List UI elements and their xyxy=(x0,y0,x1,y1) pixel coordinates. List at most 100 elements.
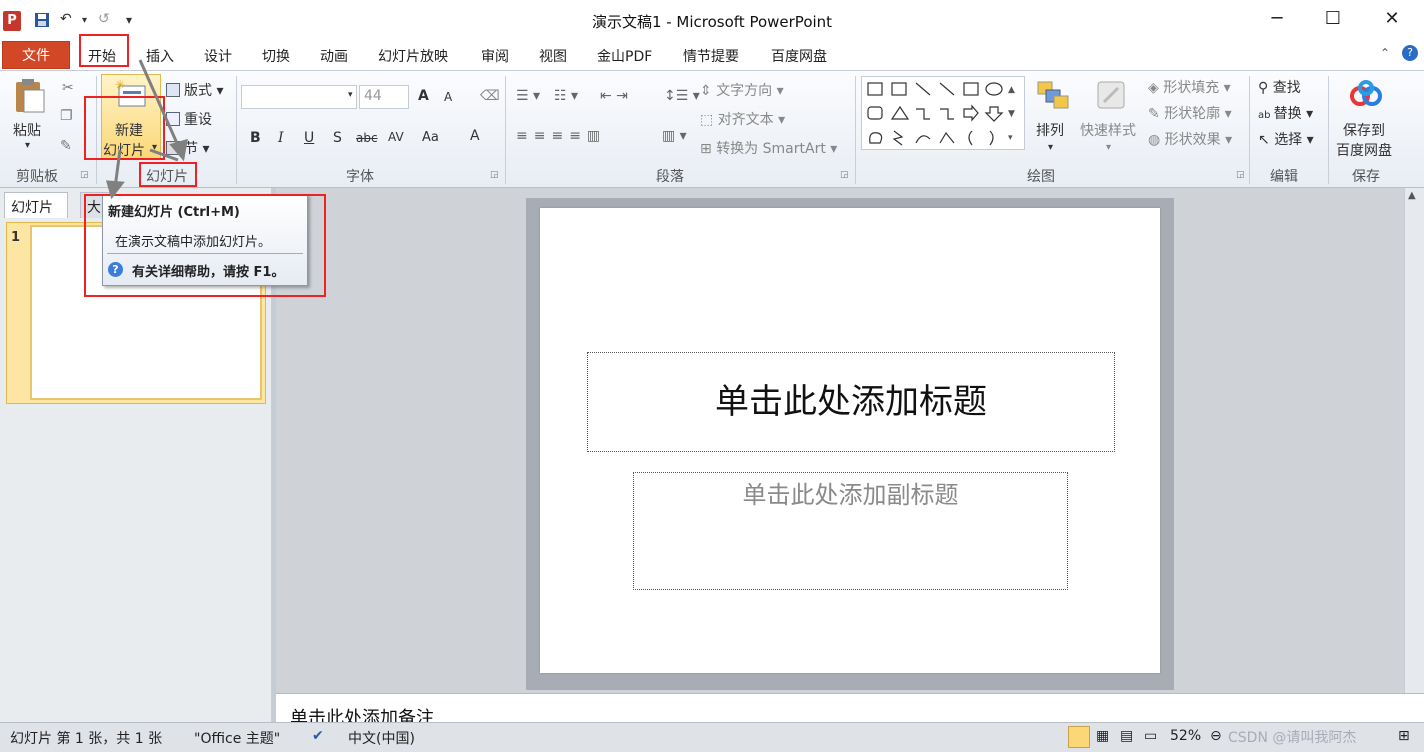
baidu-netdisk-icon[interactable] xyxy=(1348,80,1384,114)
tab-animations[interactable]: 动画 xyxy=(320,46,348,66)
reading-view-icon[interactable]: ▤ xyxy=(1120,728,1133,744)
strikethrough-button[interactable]: abc xyxy=(356,131,378,145)
layout-icon xyxy=(166,83,180,97)
reset-button[interactable]: 重设 xyxy=(166,109,212,129)
copy-icon[interactable]: ❐ xyxy=(60,108,73,124)
text-direction-button[interactable]: ⇕ 文字方向 ▾ xyxy=(700,80,784,100)
slideshow-icon[interactable]: ▭ xyxy=(1144,728,1157,744)
align-text-label: 对齐文本 xyxy=(717,112,774,128)
notes-pane[interactable] xyxy=(276,693,1424,723)
quick-styles-dropdown-icon[interactable]: ▾ xyxy=(1106,142,1111,153)
cut-icon[interactable]: ✂ xyxy=(62,80,74,96)
title-placeholder-text: 单击此处添加标题 xyxy=(715,382,987,422)
tab-slides-pane[interactable]: 幻灯片 xyxy=(4,192,68,218)
close-button[interactable]: ✕ xyxy=(1377,8,1407,30)
columns-icon[interactable]: ▥ ▾ xyxy=(662,128,687,144)
replace-label: 替换 xyxy=(1273,106,1302,122)
find-button[interactable]: ⚲ 查找 xyxy=(1258,77,1301,97)
tab-design[interactable]: 设计 xyxy=(204,46,232,66)
font-size-input[interactable]: 44 xyxy=(359,85,409,109)
tab-baidu-netdisk[interactable]: 百度网盘 xyxy=(771,46,827,66)
help-icon[interactable]: ? xyxy=(1402,45,1418,61)
save-to-line2[interactable]: 百度网盘 xyxy=(1336,140,1392,160)
editing-group-label: 编辑 xyxy=(1270,169,1298,185)
theme-status[interactable]: "Office 主题" xyxy=(194,728,280,748)
indent-icons[interactable]: ⇤ ⇥ xyxy=(600,88,628,104)
shadow-button[interactable]: S xyxy=(333,130,342,146)
spellcheck-icon[interactable]: ✔ xyxy=(312,728,324,744)
normal-view-button[interactable] xyxy=(1068,726,1090,748)
arrange-button[interactable]: 排列 xyxy=(1036,120,1064,140)
collapse-ribbon-icon[interactable]: ⌃ xyxy=(1380,46,1390,60)
subtitle-placeholder[interactable]: 单击此处添加副标题 xyxy=(633,472,1068,590)
paste-icon[interactable] xyxy=(12,78,46,118)
zoom-level[interactable]: 52% xyxy=(1170,728,1201,744)
shrink-font-button[interactable]: A xyxy=(444,90,452,104)
minimize-button[interactable]: ─ xyxy=(1262,8,1292,30)
alignment-icons[interactable]: ≡≡≡≡▥ xyxy=(516,128,606,144)
tab-transitions[interactable]: 切换 xyxy=(262,46,290,66)
drawing-launcher-icon[interactable]: ◲ xyxy=(1236,170,1245,180)
binoculars-icon: ⚲ xyxy=(1258,80,1273,96)
shapes-gallery-scroll[interactable]: ▲ ▼ ▾ xyxy=(1008,78,1015,150)
layout-button[interactable]: 版式 ▾ xyxy=(166,80,223,100)
tab-slideshow[interactable]: 幻灯片放映 xyxy=(378,46,448,66)
format-painter-icon[interactable]: ✎ xyxy=(60,138,72,154)
smartart-label: 转换为 SmartArt xyxy=(716,141,826,157)
shape-outline-icon: ✎ xyxy=(1148,106,1165,122)
change-case-button[interactable]: Aa xyxy=(422,130,439,145)
watermark: CSDN @请叫我阿杰 xyxy=(1228,730,1357,746)
tab-review[interactable]: 审阅 xyxy=(481,46,509,66)
font-name-dropdown-icon[interactable]: ▾ xyxy=(348,90,353,100)
convert-smartart-button[interactable]: ⊞ 转换为 SmartArt ▾ xyxy=(700,138,837,158)
font-launcher-icon[interactable]: ◲ xyxy=(490,170,499,180)
arrange-icon[interactable] xyxy=(1036,80,1070,114)
shape-fill-button[interactable]: ◈ 形状填充 ▾ xyxy=(1148,77,1231,97)
shape-effects-button[interactable]: ◍ 形状效果 ▾ xyxy=(1148,129,1232,149)
align-text-button[interactable]: ⬚ 对齐文本 ▾ xyxy=(700,109,785,129)
line-spacing-icon[interactable]: ↕☰ ▾ xyxy=(664,88,700,104)
underline-button[interactable]: U xyxy=(304,130,314,146)
subtitle-placeholder-text: 单击此处添加副标题 xyxy=(742,481,959,509)
slide-sorter-icon[interactable]: ▦ xyxy=(1096,728,1109,744)
scroll-up-icon[interactable]: ▲ xyxy=(1408,190,1416,201)
title-placeholder[interactable]: 单击此处添加标题 xyxy=(587,352,1115,452)
bullets-icon[interactable]: ☰ ▾ xyxy=(516,88,540,104)
arrange-dropdown-icon[interactable]: ▾ xyxy=(1048,142,1053,153)
paste-dropdown-icon[interactable]: ▾ xyxy=(25,140,30,151)
tab-view[interactable]: 视图 xyxy=(539,46,567,66)
save-to-line1[interactable]: 保存到 xyxy=(1343,120,1385,140)
find-label: 查找 xyxy=(1272,80,1301,96)
paste-button-label[interactable]: 粘贴 xyxy=(13,120,41,140)
shape-outline-button[interactable]: ✎ 形状轮廓 ▾ xyxy=(1148,103,1232,123)
tab-storyboard[interactable]: 情节提要 xyxy=(683,46,739,66)
numbering-icon[interactable]: ☷ ▾ xyxy=(554,88,578,104)
zoom-out-icon[interactable]: ⊖ xyxy=(1210,728,1222,744)
svg-text:✳: ✳ xyxy=(115,78,125,92)
grow-font-button[interactable]: A xyxy=(418,88,429,104)
font-color-button[interactable]: A xyxy=(470,128,480,144)
select-button[interactable]: ↖ 选择 ▾ xyxy=(1258,129,1314,149)
replace-icon: ab xyxy=(1258,110,1274,121)
shapes-gallery[interactable] xyxy=(861,76,1025,150)
section-button[interactable]: 节 ▾ xyxy=(166,138,209,158)
clear-format-icon[interactable]: ⌫ xyxy=(480,88,500,104)
paragraph-launcher-icon[interactable]: ◲ xyxy=(840,170,849,180)
quick-styles-button[interactable]: 快速样式 xyxy=(1080,120,1136,140)
maximize-button[interactable]: ☐ xyxy=(1318,8,1348,30)
quick-styles-icon[interactable] xyxy=(1096,80,1126,116)
fit-slide-icon[interactable]: ⊞ xyxy=(1398,728,1410,744)
slide-number: 1 xyxy=(11,230,21,245)
tab-insert[interactable]: 插入 xyxy=(146,46,174,66)
tab-file[interactable]: 文件 xyxy=(2,41,70,69)
font-name-input[interactable] xyxy=(241,85,357,109)
replace-button[interactable]: ab 替换 ▾ xyxy=(1258,103,1313,123)
bold-button[interactable]: B xyxy=(250,130,261,146)
italic-button[interactable]: I xyxy=(278,130,284,146)
clipboard-launcher-icon[interactable]: ◲ xyxy=(80,170,89,180)
save-group-label: 保存 xyxy=(1352,169,1380,185)
char-spacing-button[interactable]: AV xyxy=(388,130,404,144)
tab-kingsoft-pdf[interactable]: 金山PDF xyxy=(597,46,652,66)
vertical-scrollbar[interactable] xyxy=(1404,188,1424,693)
language-status[interactable]: 中文(中国) xyxy=(348,728,415,748)
